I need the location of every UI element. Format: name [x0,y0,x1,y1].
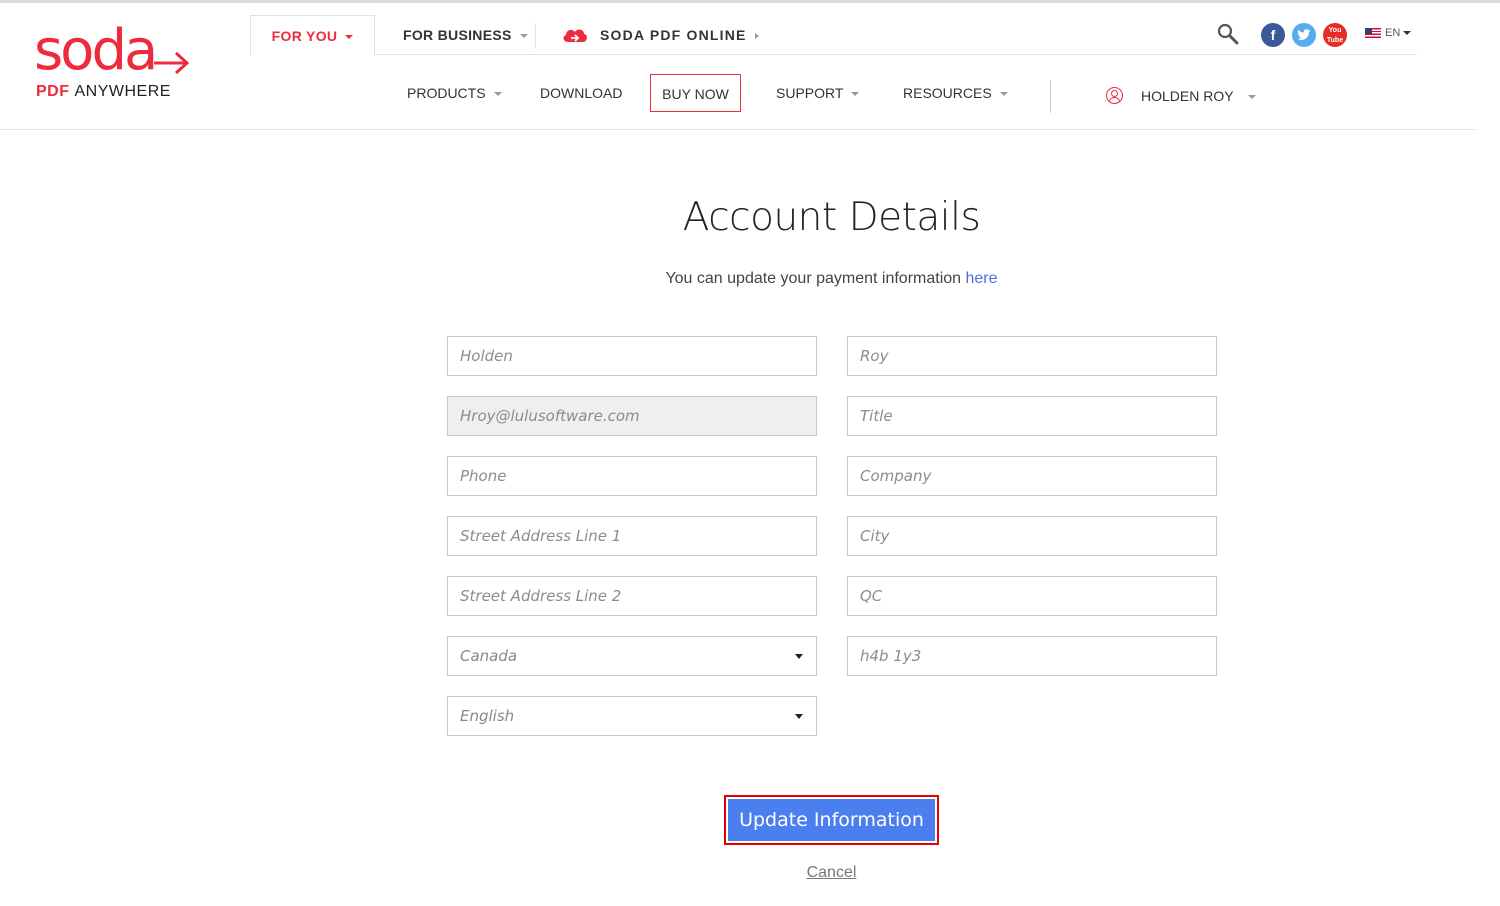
tab-for-business[interactable]: FOR BUSINESS [403,15,528,55]
nav-download-label: DOWNLOAD [540,85,623,101]
company-input[interactable] [847,456,1217,496]
chevron-down-icon [999,92,1008,97]
city-input[interactable] [847,516,1217,556]
chevron-down-icon [795,654,803,659]
first-name-input[interactable] [447,336,817,376]
street-address-line2-input[interactable] [447,576,817,616]
tab-for-you[interactable]: FOR YOU [250,15,375,56]
youtube-icon[interactable]: You Tube [1323,23,1347,47]
top-tabs: FOR YOU FOR BUSINESS SODA PDF ONLINE [249,15,1417,56]
search-icon[interactable] [1217,23,1239,45]
cloud-icon [563,29,587,42]
street-address-line1-input[interactable] [447,516,817,556]
language-selector[interactable]: EN [1365,27,1412,39]
update-information-button[interactable]: Update Information [724,795,939,845]
update-information-label: Update Information [728,799,935,841]
nav-download[interactable]: DOWNLOAD [540,74,622,112]
language-select[interactable]: English [447,696,817,736]
site-header: soda PDF ANYWHERE FOR YOU FOR BUSINESS SO… [0,3,1476,130]
page-subtitle: You can update your payment information … [0,270,1500,288]
country-select[interactable]: Canada [447,636,817,676]
chevron-down-icon [851,92,860,97]
last-name-input[interactable] [847,336,1217,376]
cancel-link[interactable]: Cancel [807,864,857,881]
tab-for-you-label: FOR YOU [271,28,338,44]
postal-code-input[interactable] [847,636,1217,676]
payment-info-link[interactable]: here [966,270,998,287]
header-gap [1476,3,1500,130]
chevron-down-icon [795,714,803,719]
chevron-down-icon [519,34,528,39]
logo-pdf-text: PDF [36,83,70,100]
chevron-down-icon [1247,95,1256,100]
nav-resources[interactable]: RESOURCES [903,74,1008,112]
chevron-right-icon [754,33,759,40]
nav-resources-label: RESOURCES [903,85,992,101]
tab-soda-pdf-online-label: SODA PDF ONLINE [600,27,747,43]
tab-for-business-label: FOR BUSINESS [403,27,512,43]
subtitle-text: You can update your payment information [665,270,966,287]
phone-input[interactable] [447,456,817,496]
buy-now-label: BUY NOW [662,86,729,102]
twitter-bird-icon [1297,29,1311,40]
nav-divider [1050,80,1051,113]
cancel-row: Cancel [0,864,1500,882]
nav-support-label: SUPPORT [776,85,844,101]
tab-soda-pdf-online[interactable]: SODA PDF ONLINE [562,15,759,55]
logo-wordmark: soda [34,18,158,83]
user-menu[interactable]: HOLDEN ROY [1106,77,1256,115]
country-selected-value: Canada [460,647,518,665]
nav-products[interactable]: PRODUCTS [407,74,502,112]
chevron-down-icon [345,35,354,40]
logo-anywhere-text: ANYWHERE [74,83,171,100]
soda-logo[interactable]: soda PDF ANYWHERE [34,19,194,105]
facebook-icon[interactable]: f [1261,23,1285,47]
email-input [447,396,817,436]
nav-support[interactable]: SUPPORT [776,74,860,112]
youtube-label: You Tube [1326,27,1344,44]
nav-products-label: PRODUCTS [407,85,486,101]
language-code: EN [1385,27,1401,39]
province-input[interactable] [847,576,1217,616]
buy-now-button[interactable]: BUY NOW [650,74,741,112]
title-input[interactable] [847,396,1217,436]
user-icon [1106,87,1123,105]
us-flag-icon [1365,28,1381,39]
chevron-down-icon [1403,31,1412,36]
chevron-down-icon [493,92,502,97]
page-title: Account Details [682,195,981,240]
logo-arrow-icon [154,51,190,75]
twitter-icon[interactable] [1292,23,1316,47]
user-name: HOLDEN ROY [1141,88,1234,104]
language-selected-value: English [460,707,515,725]
tab-divider [535,23,536,49]
logo-subtitle: PDF ANYWHERE [36,83,171,101]
